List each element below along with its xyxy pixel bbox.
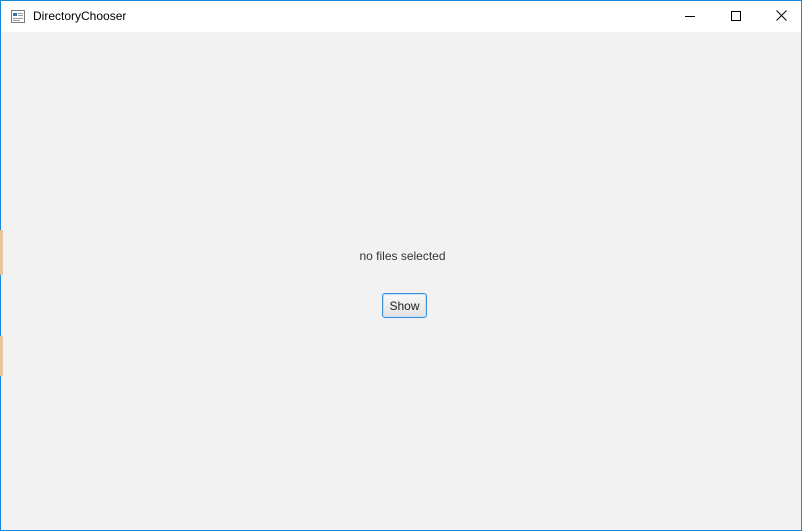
- content-area: no files selected Show: [1, 32, 801, 530]
- maximize-icon: [731, 8, 741, 26]
- maximize-button[interactable]: [713, 1, 759, 32]
- app-icon: [11, 10, 25, 23]
- close-button[interactable]: [758, 1, 801, 32]
- background-window-edge: [0, 336, 3, 376]
- close-icon: [775, 8, 787, 26]
- status-label: no files selected: [359, 249, 446, 263]
- app-window: DirectoryChooser no files selected Show: [0, 0, 802, 531]
- minimize-button[interactable]: [667, 1, 713, 32]
- title-bar[interactable]: DirectoryChooser: [1, 1, 801, 32]
- window-title: DirectoryChooser: [33, 9, 127, 23]
- show-button[interactable]: Show: [382, 293, 427, 318]
- background-window-edge: [0, 230, 3, 275]
- minimize-icon: [685, 8, 695, 26]
